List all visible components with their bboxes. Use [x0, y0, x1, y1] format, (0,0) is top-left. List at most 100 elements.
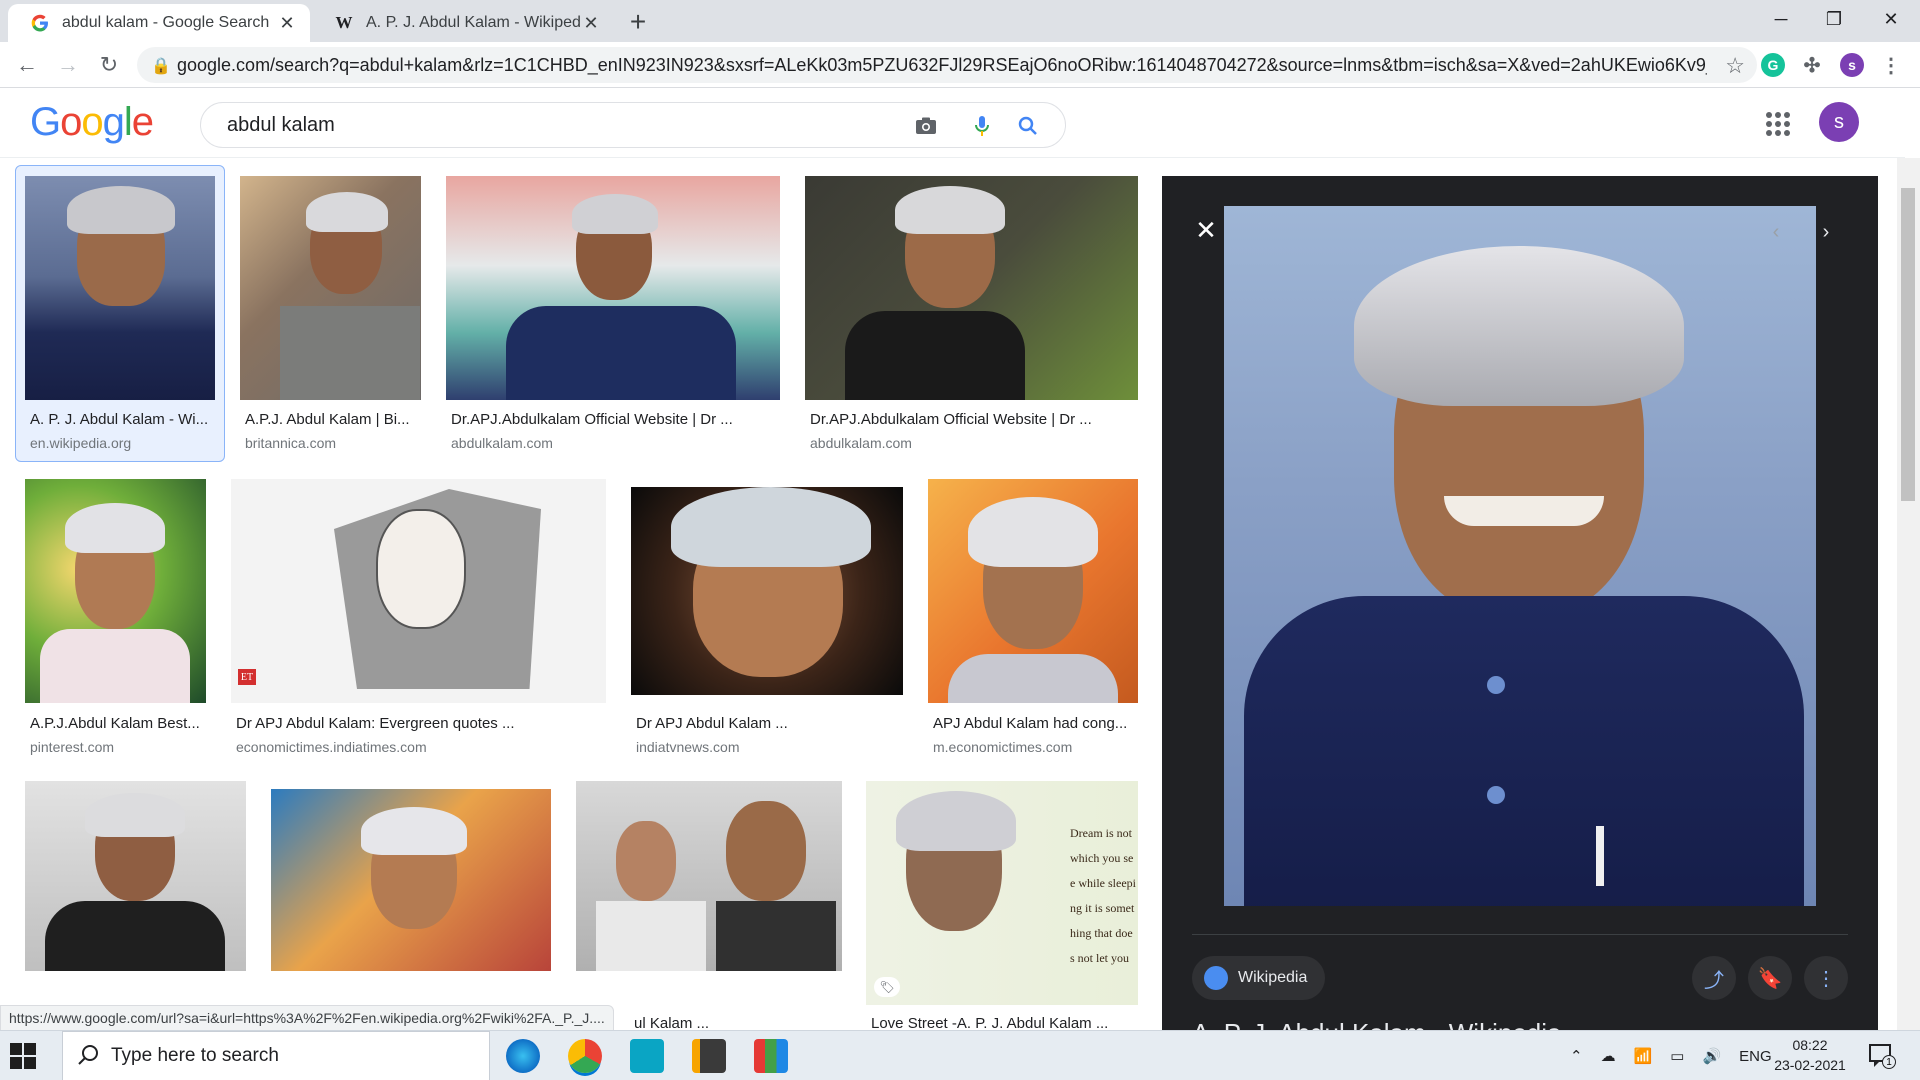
- bookmark-star-icon[interactable]: ☆: [1725, 53, 1745, 79]
- language-indicator[interactable]: ENG: [1739, 1048, 1772, 1065]
- wikipedia-globe-icon: [1204, 966, 1228, 990]
- address-bar[interactable]: 🔒 google.com/search?q=abdul+kalam&rlz=1C…: [137, 47, 1757, 83]
- result-caption[interactable]: Dr APJ Abdul Kalam ...: [636, 715, 906, 732]
- minimize-icon[interactable]: ─: [1752, 0, 1810, 38]
- result-caption[interactable]: A.P.J.Abdul Kalam Best...: [30, 715, 210, 732]
- result-thumbnail[interactable]: ET: [231, 479, 606, 703]
- share-icon[interactable]: ⤴: [1692, 956, 1736, 1000]
- windows-start-icon[interactable]: [10, 1043, 36, 1069]
- lock-icon: 🔒: [151, 58, 171, 75]
- close-tab-icon[interactable]: ✕: [276, 12, 298, 34]
- search-query: abdul kalam: [227, 113, 335, 136]
- tab-strip: abdul kalam - Google Search ✕ W A. P. J.…: [0, 0, 1920, 42]
- preview-divider: [1192, 934, 1848, 935]
- taskbar-search-placeholder: Type here to search: [111, 1045, 279, 1066]
- google-logo[interactable]: Google: [30, 100, 154, 145]
- taskbar-search-box[interactable]: Type here to search: [62, 1031, 490, 1080]
- action-center-icon[interactable]: 1: [1868, 1043, 1896, 1069]
- result-thumbnail[interactable]: [928, 479, 1138, 703]
- result-thumbnail[interactable]: [240, 176, 421, 400]
- wikipedia-favicon-icon: W: [335, 13, 353, 32]
- profile-avatar[interactable]: s: [1840, 53, 1864, 77]
- result-thumbnail[interactable]: [631, 487, 903, 695]
- tab-google-search[interactable]: abdul kalam - Google Search ✕: [8, 4, 310, 42]
- google-favicon-icon: [30, 13, 50, 33]
- link-status-bubble: https://www.google.com/url?sa=i&url=http…: [0, 1005, 614, 1031]
- result-caption[interactable]: APJ Abdul Kalam had cong...: [933, 715, 1138, 732]
- result-caption[interactable]: Dr APJ Abdul Kalam: Evergreen quotes ...: [236, 715, 606, 732]
- tab-title: A. P. J. Abdul Kalam - Wikipedia: [366, 14, 580, 31]
- search-input[interactable]: abdul kalam: [200, 102, 1066, 148]
- result-caption[interactable]: ul Kalam ...: [634, 1015, 834, 1029]
- new-tab-button[interactable]: +: [622, 6, 654, 38]
- more-options-icon[interactable]: ⋮: [1804, 956, 1848, 1000]
- taskbar-clock[interactable]: 08:22 23-02-2021: [1770, 1035, 1850, 1075]
- camera-search-icon[interactable]: [913, 113, 939, 139]
- result-thumbnail[interactable]: [446, 176, 780, 400]
- product-tag-icon: 🏷: [874, 977, 900, 997]
- result-source: economictimes.indiatimes.com: [236, 739, 427, 755]
- restore-icon[interactable]: ❐: [1805, 0, 1863, 38]
- result-thumbnail[interactable]: [25, 479, 206, 703]
- result-caption[interactable]: Dr.APJ.Abdulkalam Official Website | Dr …: [451, 411, 781, 428]
- onedrive-cloud-icon[interactable]: ☁: [1601, 1047, 1616, 1065]
- result-source: abdulkalam.com: [810, 435, 912, 451]
- source-label: Wikipedia: [1238, 969, 1308, 986]
- notification-count-badge: 1: [1882, 1055, 1896, 1069]
- search-icon[interactable]: [1015, 113, 1041, 139]
- result-thumbnail[interactable]: Dream is not which you see while sleepin…: [866, 781, 1138, 1005]
- result-thumbnail[interactable]: [25, 176, 215, 400]
- close-tab-icon[interactable]: ✕: [580, 12, 602, 34]
- extensions-puzzle-icon[interactable]: ✣: [1800, 53, 1824, 77]
- result-caption[interactable]: Love Street -A. P. J. Abdul Kalam ...: [871, 1015, 1141, 1029]
- edge-browser-icon[interactable]: [506, 1039, 540, 1073]
- scrollbar-thumb[interactable]: [1901, 188, 1915, 501]
- paint-app-icon[interactable]: [754, 1039, 788, 1073]
- app-infinity-icon[interactable]: [630, 1039, 664, 1073]
- battery-icon[interactable]: ▭: [1670, 1047, 1684, 1065]
- source-chip[interactable]: Wikipedia: [1192, 956, 1326, 1000]
- screen: abdul kalam - Google Search ✕ W A. P. J.…: [0, 0, 1920, 1080]
- back-icon[interactable]: ←: [11, 49, 43, 81]
- result-source: en.wikipedia.org: [30, 435, 132, 451]
- show-hidden-icons-icon[interactable]: ⌃: [1570, 1047, 1583, 1065]
- previous-image-icon[interactable]: ‹: [1762, 218, 1790, 246]
- browser-menu-icon[interactable]: ⋮: [1879, 53, 1903, 77]
- save-bookmark-icon[interactable]: 🔖: [1748, 956, 1792, 1000]
- close-preview-icon[interactable]: ✕: [1192, 215, 1220, 245]
- result-thumbnail[interactable]: [25, 781, 246, 971]
- vertical-scrollbar[interactable]: [1897, 158, 1920, 1030]
- preview-image[interactable]: [1224, 206, 1816, 906]
- tab-wikipedia[interactable]: W A. P. J. Abdul Kalam - Wikipedia ✕: [312, 4, 614, 42]
- voice-search-icon[interactable]: [969, 113, 995, 139]
- account-avatar[interactable]: s: [1819, 102, 1859, 142]
- quote-text: Dream is not which you see while sleepin…: [1070, 826, 1136, 965]
- image-preview-panel: ✕ ‹ › Wikipedia ⤴ 🔖 ⋮ A. P. J. Abdul Kal…: [1162, 176, 1878, 1034]
- forward-icon[interactable]: →: [52, 49, 84, 81]
- sublime-text-icon[interactable]: [692, 1039, 726, 1073]
- grammarly-extension-icon[interactable]: G: [1761, 53, 1785, 77]
- result-thumbnail[interactable]: [271, 789, 551, 971]
- result-source: pinterest.com: [30, 739, 115, 755]
- system-tray: ⌃ ☁ 📶 ▭ 🔊 ENG: [1570, 1031, 1772, 1080]
- result-source: britannica.com: [245, 435, 337, 451]
- chrome-browser-icon[interactable]: [568, 1039, 602, 1073]
- result-thumbnail[interactable]: [576, 781, 842, 971]
- result-source: m.economictimes.com: [933, 739, 1073, 755]
- next-image-icon[interactable]: ›: [1812, 218, 1840, 246]
- clock-date: 23-02-2021: [1774, 1057, 1846, 1073]
- taskbar-search-icon: [77, 1044, 99, 1072]
- clock-time: 08:22: [1792, 1037, 1828, 1053]
- result-caption[interactable]: Dr.APJ.Abdulkalam Official Website | Dr …: [810, 411, 1140, 428]
- reload-icon[interactable]: ↻: [93, 49, 125, 81]
- close-window-icon[interactable]: ✕: [1862, 0, 1920, 38]
- result-caption[interactable]: A.P.J. Abdul Kalam | Bi...: [245, 411, 425, 428]
- google-apps-icon[interactable]: [1766, 112, 1790, 136]
- et-logo-badge: ET: [238, 669, 256, 685]
- result-caption[interactable]: A. P. J. Abdul Kalam - Wi...: [30, 411, 210, 428]
- browser-toolbar: ← → ↻ 🔒 google.com/search?q=abdul+kalam&…: [0, 42, 1920, 88]
- wifi-icon[interactable]: 📶: [1634, 1047, 1653, 1065]
- result-thumbnail[interactable]: [805, 176, 1138, 400]
- result-source: abdulkalam.com: [451, 435, 553, 451]
- volume-icon[interactable]: 🔊: [1702, 1047, 1721, 1065]
